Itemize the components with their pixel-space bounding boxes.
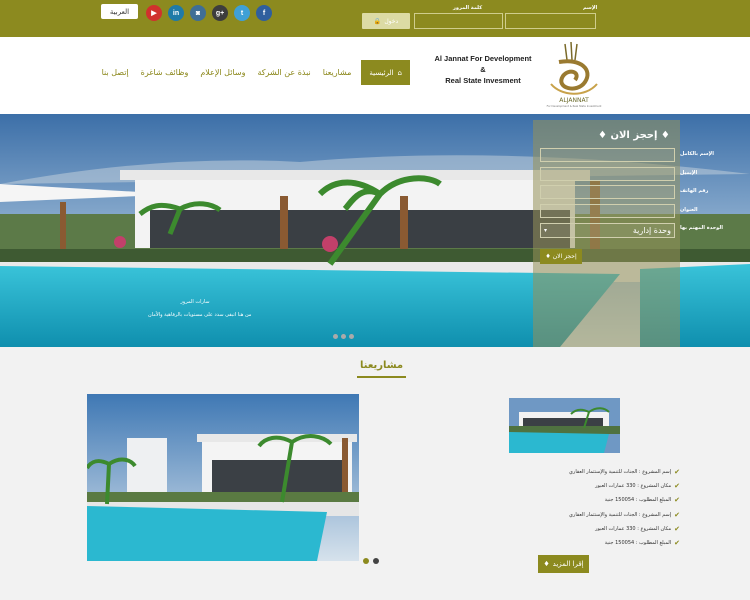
slider-dot[interactable]	[333, 334, 338, 339]
phone-input[interactable]	[540, 185, 675, 199]
nav-home-label: الرئيسية	[369, 68, 394, 77]
logo-subtitle: For Development & Real State Investment	[547, 104, 602, 108]
logo-word: ALJANNAT	[559, 97, 589, 104]
leaf-icon: ♦	[660, 130, 670, 141]
phone-label: رقم الهاتف	[680, 188, 709, 194]
nav-item-projects[interactable]: مشاريعنا	[323, 68, 352, 77]
company-name-line1: Al Jannat For Development	[434, 54, 532, 63]
project-slider-dots	[363, 558, 379, 564]
unit-select[interactable]: ▾ وحدة إدارية	[540, 223, 675, 238]
section-title-underline	[357, 376, 406, 378]
company-name: Al Jannat For Development & Real State I…	[428, 53, 538, 86]
main-nav: ⌂ الرئيسية مشاريعنا نبذة عن الشركة وسائل…	[90, 60, 410, 85]
check-icon: ✔	[674, 482, 680, 491]
company-logo[interactable]: ALJANNAT For Development & Real State In…	[541, 40, 607, 108]
slider-dot[interactable]	[349, 334, 354, 339]
slider-dot[interactable]	[373, 558, 379, 564]
twitter-icon[interactable]: t	[234, 5, 250, 21]
chevron-down-icon: ▾	[544, 227, 548, 234]
project-main-photo	[87, 394, 359, 561]
leaf-icon: ♦	[598, 130, 607, 141]
social-links: ▶ in ◙ g+ t f	[146, 5, 272, 21]
info-text: المبلغ المطلوب : 150054 جنية	[604, 540, 672, 547]
leaf-icon: ♦	[543, 560, 550, 568]
check-icon: ✔	[674, 510, 680, 519]
info-text: إسم المشروع : الجنات للتنمية والإستثمار …	[569, 511, 672, 518]
unit-label: الوحدة المهتم بها	[680, 225, 723, 231]
email-input[interactable]	[540, 167, 675, 181]
project-info-list: إسم المشروع : الجنات للتنمية والإستثمار …	[510, 465, 680, 550]
company-name-line3: Real State Invesment	[445, 76, 521, 85]
list-item: المبلغ المطلوب : 150054 جنية ✔	[510, 493, 680, 507]
info-text: المبلغ المطلوب : 150054 جنية	[604, 497, 672, 504]
projects-section-title: مشاريعنا	[360, 360, 404, 371]
booking-title-text: إحجز الان	[610, 130, 658, 141]
email-label: الإيميل	[680, 170, 698, 176]
leaf-icon: ♦	[545, 253, 551, 260]
list-item: إسم المشروع : الجنات للتنمية والإستثمار …	[510, 508, 680, 522]
check-icon: ✔	[674, 524, 680, 533]
fullname-label: الإسم بالكامل	[680, 151, 714, 157]
address-label: العنوان	[680, 207, 698, 213]
login-button[interactable]: 🔒 دخول	[362, 13, 410, 29]
youtube-icon[interactable]: ▶	[146, 5, 162, 21]
check-icon: ✔	[674, 468, 680, 477]
username-label: الإسم	[583, 5, 598, 11]
nav-item-contact[interactable]: إتصل بنا	[102, 68, 129, 77]
check-icon: ✔	[674, 496, 680, 505]
list-item: المبلغ المطلوب : 150054 جنية ✔	[510, 536, 680, 550]
read-more-label: إقرا المزيد	[552, 560, 584, 568]
googleplus-icon[interactable]: g+	[212, 5, 228, 21]
address-input[interactable]	[540, 204, 675, 218]
hero-caption-title: سارات المرور	[180, 299, 210, 305]
read-more-button[interactable]: ♦ إقرا المزيد	[538, 555, 589, 573]
home-icon: ⌂	[397, 68, 402, 77]
list-item: مكان المشروع : 330 عمارات العبور ✔	[510, 522, 680, 536]
nav-item-media[interactable]: وسائل الإعلام	[200, 68, 245, 77]
slider-dot[interactable]	[341, 334, 346, 339]
check-icon: ✔	[674, 539, 680, 548]
unit-select-value: وحدة إدارية	[632, 226, 671, 235]
instagram-icon[interactable]: ◙	[190, 5, 206, 21]
linkedin-icon[interactable]: in	[168, 5, 184, 21]
nav-item-home[interactable]: ⌂ الرئيسية	[361, 60, 410, 85]
book-now-button[interactable]: ♦ إحجز الان	[540, 249, 582, 264]
list-item: مكان المشروع : 330 عمارات العبور ✔	[510, 479, 680, 493]
login-label: دخول	[384, 17, 399, 25]
book-now-label: إحجز الان	[552, 253, 577, 260]
hero-caption-subtitle: من هنا اتبقى سدد على مستويات بالرفاهية و…	[148, 312, 252, 318]
project-thumbnail[interactable]	[509, 398, 620, 453]
lock-icon: 🔒	[373, 17, 382, 25]
info-text: مكان المشروع : 330 عمارات العبور	[595, 483, 672, 490]
list-item: إسم المشروع : الجنات للتنمية والإستثمار …	[510, 465, 680, 479]
password-label: كلمة المرور	[453, 5, 483, 11]
language-button[interactable]: العربية	[101, 4, 138, 19]
nav-item-jobs[interactable]: وظائف شاغرة	[141, 68, 189, 77]
slider-dot-active[interactable]	[363, 558, 369, 564]
facebook-icon[interactable]: f	[256, 5, 272, 21]
nav-item-about[interactable]: نبذة عن الشركة	[257, 68, 310, 77]
booking-title: ♦ إحجز الان ♦	[598, 130, 670, 141]
hero-slider-dots	[333, 334, 354, 339]
password-input[interactable]	[414, 13, 503, 29]
info-text: إسم المشروع : الجنات للتنمية والإستثمار …	[569, 469, 672, 476]
company-name-line2: &	[480, 65, 486, 74]
info-text: مكان المشروع : 330 عمارات العبور	[595, 525, 672, 532]
username-input[interactable]	[505, 13, 596, 29]
fullname-input[interactable]	[540, 148, 675, 162]
